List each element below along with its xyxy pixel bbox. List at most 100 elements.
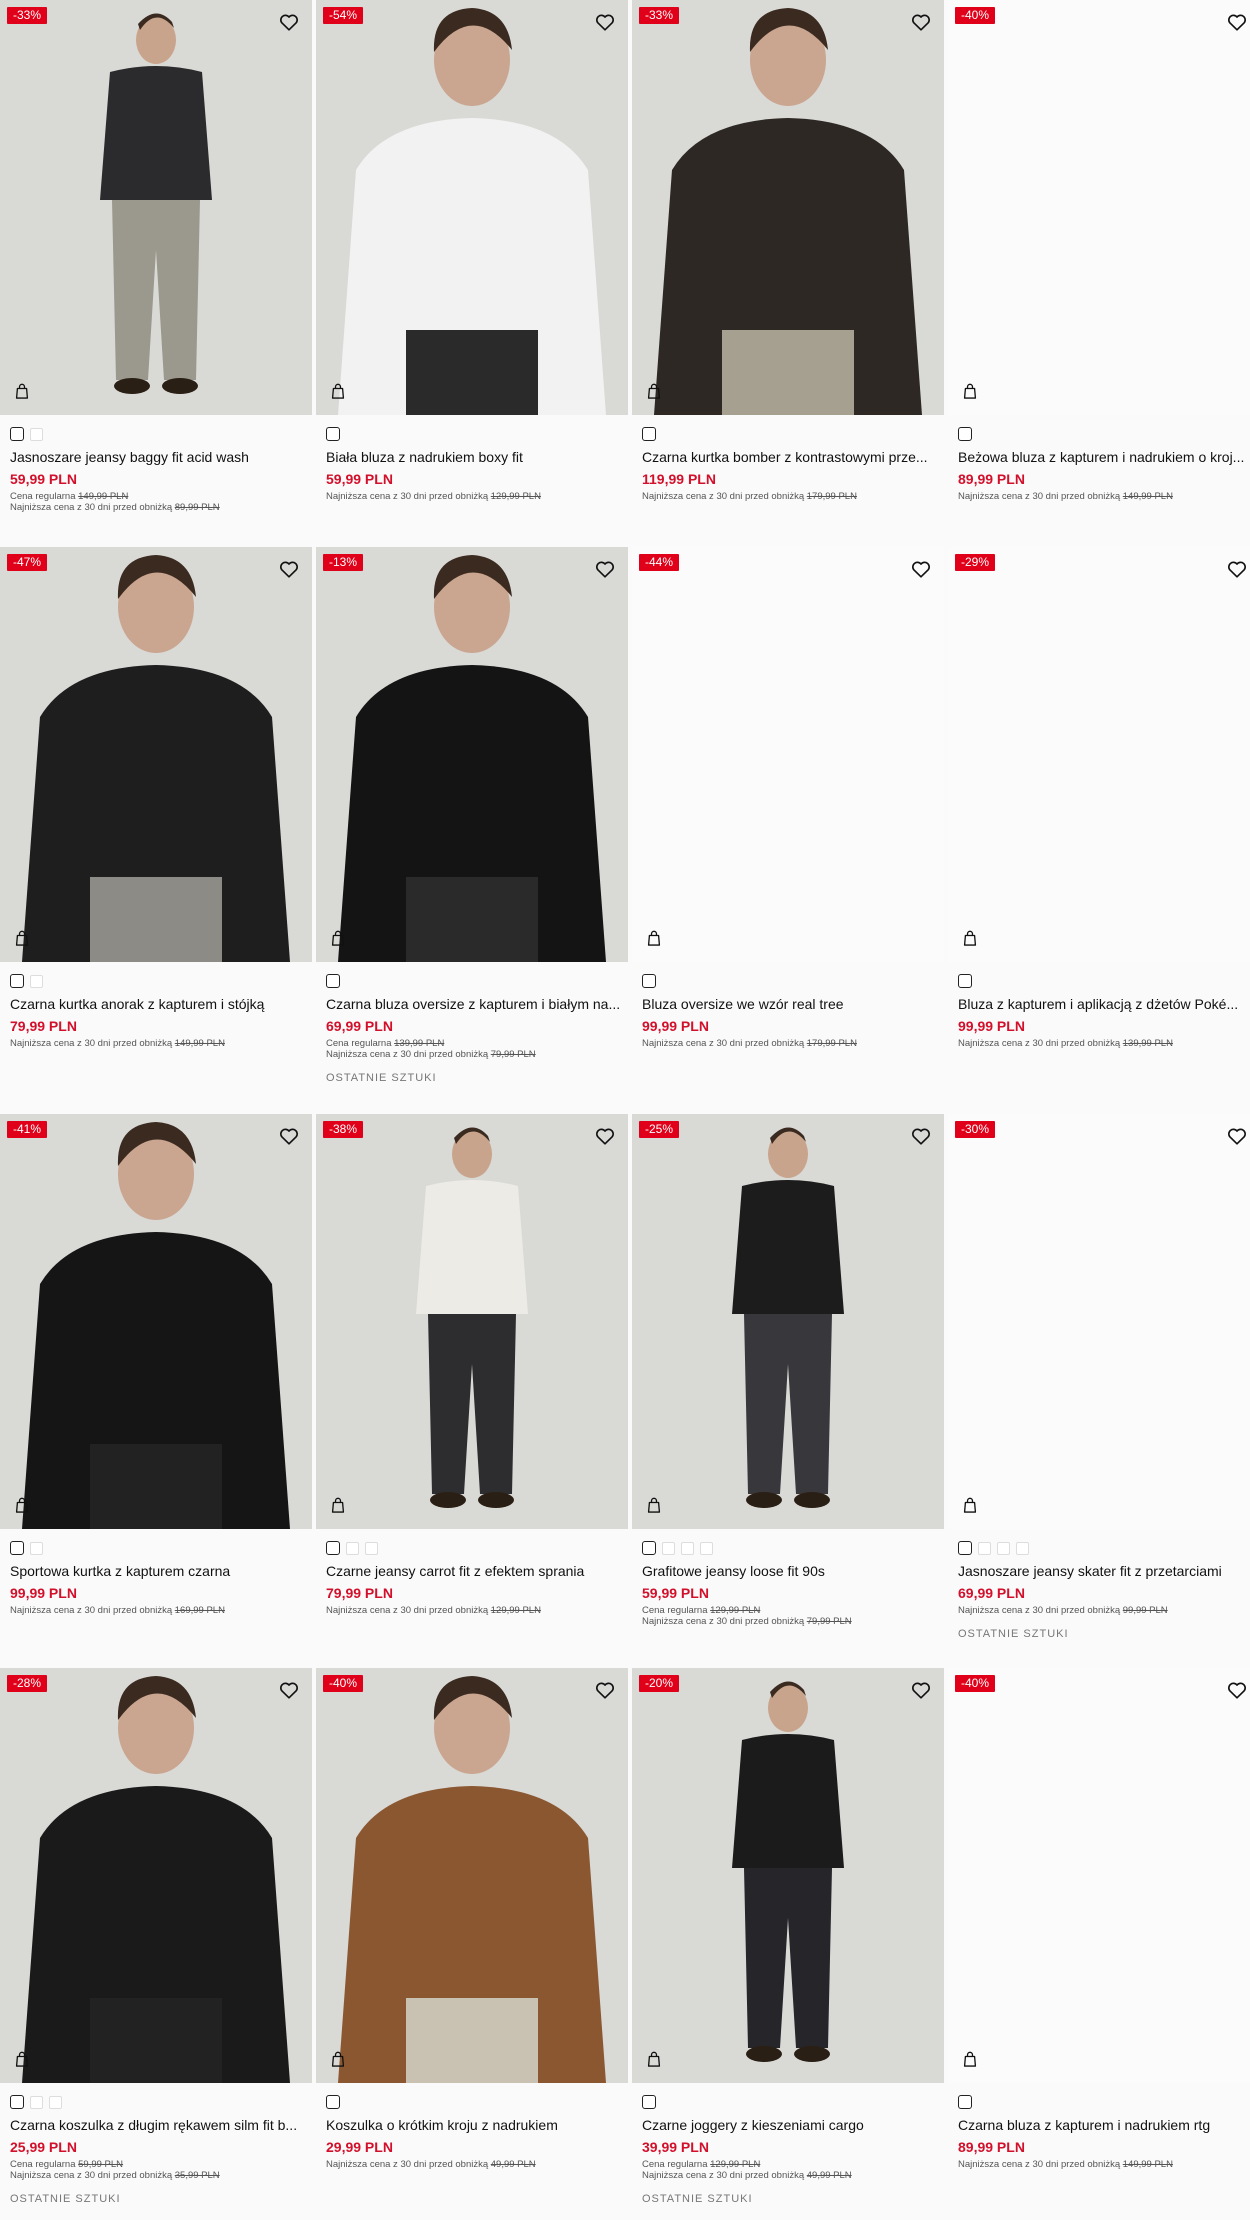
shopping-bag-icon[interactable] (12, 2049, 34, 2071)
product-image[interactable]: -47% (0, 547, 312, 962)
color-swatch-selected[interactable] (326, 974, 340, 988)
product-image[interactable]: -25% (632, 1114, 944, 1529)
product-image[interactable]: -54% (316, 0, 628, 415)
product-image[interactable]: -30% (948, 1114, 1250, 1529)
color-swatch-selected[interactable] (326, 2095, 340, 2109)
shopping-bag-icon[interactable] (12, 1495, 34, 1517)
color-swatch-selected[interactable] (326, 427, 340, 441)
color-swatch-selected[interactable] (642, 2095, 656, 2109)
product-title[interactable]: Biała bluza z nadrukiem boxy fit (326, 449, 624, 465)
color-swatch[interactable] (997, 1541, 1010, 1555)
product-title[interactable]: Beżowa bluza z kapturem i nadrukiem o kr… (958, 449, 1250, 465)
shopping-bag-icon[interactable] (328, 928, 350, 950)
heart-icon[interactable] (278, 11, 300, 33)
product-image[interactable]: -20% (632, 1668, 944, 2083)
color-swatch-selected[interactable] (10, 2095, 24, 2109)
color-swatch[interactable] (30, 427, 43, 441)
product-card[interactable]: -40% Koszulka o krótkim kroju z nadrukiem… (316, 1668, 628, 2170)
shopping-bag-icon[interactable] (12, 381, 34, 403)
product-title[interactable]: Czarna bluza oversize z kapturem i biały… (326, 996, 624, 1012)
product-title[interactable]: Sportowa kurtka z kapturem czarna (10, 1563, 308, 1579)
color-swatch-selected[interactable] (958, 427, 972, 441)
shopping-bag-icon[interactable] (328, 381, 350, 403)
product-title[interactable]: Bluza z kapturem i aplikacją z dżetów Po… (958, 996, 1250, 1012)
product-title[interactable]: Koszulka o krótkim kroju z nadrukiem (326, 2117, 624, 2133)
color-swatch[interactable] (1016, 1541, 1029, 1555)
product-title[interactable]: Czarne jeansy carrot fit z efektem spran… (326, 1563, 624, 1579)
product-title[interactable]: Czarna koszulka z długim rękawem silm fi… (10, 2117, 308, 2133)
shopping-bag-icon[interactable] (328, 1495, 350, 1517)
heart-icon[interactable] (594, 558, 616, 580)
heart-icon[interactable] (910, 558, 932, 580)
color-swatch-selected[interactable] (10, 974, 24, 988)
product-title[interactable]: Czarne joggery z kieszeniami cargo (642, 2117, 940, 2133)
product-image[interactable]: -29% (948, 547, 1250, 962)
heart-icon[interactable] (910, 11, 932, 33)
product-image[interactable]: -13% (316, 547, 628, 962)
heart-icon[interactable] (1226, 558, 1248, 580)
color-swatch[interactable] (30, 2095, 43, 2109)
color-swatch[interactable] (49, 2095, 62, 2109)
color-swatch-selected[interactable] (958, 974, 972, 988)
product-card[interactable]: -44% Bluza oversize we wzór real tree 99,9… (632, 547, 944, 1049)
color-swatch[interactable] (346, 1541, 359, 1555)
color-swatch[interactable] (662, 1541, 675, 1555)
product-title[interactable]: Bluza oversize we wzór real tree (642, 996, 940, 1012)
color-swatch[interactable] (30, 974, 43, 988)
shopping-bag-icon[interactable] (960, 1495, 982, 1517)
product-image[interactable]: -28% (0, 1668, 312, 2083)
heart-icon[interactable] (1226, 1679, 1248, 1701)
product-title[interactable]: Czarna bluza z kapturem i nadrukiem rtg (958, 2117, 1250, 2133)
color-swatch[interactable] (365, 1541, 378, 1555)
product-card[interactable]: -40% Beżowa bluza z kapturem i nadrukiem … (948, 0, 1250, 502)
color-swatch-selected[interactable] (326, 1541, 340, 1555)
color-swatch[interactable] (681, 1541, 694, 1555)
product-card[interactable]: -33% Jasnoszare jeansy baggy fit acid was… (0, 0, 312, 513)
color-swatch[interactable] (30, 1541, 43, 1555)
heart-icon[interactable] (278, 1679, 300, 1701)
product-image[interactable]: -40% (316, 1668, 628, 2083)
color-swatch-selected[interactable] (958, 1541, 972, 1555)
heart-icon[interactable] (594, 11, 616, 33)
heart-icon[interactable] (1226, 11, 1248, 33)
shopping-bag-icon[interactable] (960, 928, 982, 950)
product-title[interactable]: Grafitowe jeansy loose fit 90s (642, 1563, 940, 1579)
product-card[interactable]: -41% Sportowa kurtka z kapturem czarna 99,… (0, 1114, 312, 1616)
product-card[interactable]: -13% Czarna bluza oversize z kapturem i b… (316, 547, 628, 1084)
product-card[interactable]: -28% Czarna koszulka z długim rękawem sil… (0, 1668, 312, 2205)
product-image[interactable]: -33% (632, 0, 944, 415)
product-image[interactable]: -44% (632, 547, 944, 962)
product-image[interactable]: -41% (0, 1114, 312, 1529)
product-card[interactable]: -38% Czarne jeansy carrot fit z efektem s… (316, 1114, 628, 1616)
product-title[interactable]: Jasnoszare jeansy baggy fit acid wash (10, 449, 308, 465)
shopping-bag-icon[interactable] (644, 928, 666, 950)
heart-icon[interactable] (278, 1125, 300, 1147)
product-image[interactable]: -40% (948, 1668, 1250, 2083)
color-swatch-selected[interactable] (642, 427, 656, 441)
color-swatch-selected[interactable] (642, 974, 656, 988)
shopping-bag-icon[interactable] (644, 1495, 666, 1517)
product-card[interactable]: -47% Czarna kurtka anorak z kapturem i st… (0, 547, 312, 1049)
product-card[interactable]: -30% Jasnoszare jeansy skater fit z przet… (948, 1114, 1250, 1640)
product-card[interactable]: -29% Bluza z kapturem i aplikacją z dżetó… (948, 547, 1250, 1049)
heart-icon[interactable] (1226, 1125, 1248, 1147)
color-swatch-selected[interactable] (10, 1541, 24, 1555)
color-swatch-selected[interactable] (10, 427, 24, 441)
shopping-bag-icon[interactable] (328, 2049, 350, 2071)
product-image[interactable]: -38% (316, 1114, 628, 1529)
product-card[interactable]: -40% Czarna bluza z kapturem i nadrukiem … (948, 1668, 1250, 2170)
shopping-bag-icon[interactable] (644, 2049, 666, 2071)
heart-icon[interactable] (594, 1679, 616, 1701)
heart-icon[interactable] (594, 1125, 616, 1147)
product-image[interactable]: -33% (0, 0, 312, 415)
color-swatch[interactable] (978, 1541, 991, 1555)
product-card[interactable]: -20% Czarne joggery z kieszeniami cargo 39… (632, 1668, 944, 2205)
product-title[interactable]: Jasnoszare jeansy skater fit z przetarci… (958, 1563, 1250, 1579)
product-card[interactable]: -54% Biała bluza z nadrukiem boxy fit 59,9… (316, 0, 628, 502)
shopping-bag-icon[interactable] (644, 381, 666, 403)
color-swatch[interactable] (700, 1541, 713, 1555)
heart-icon[interactable] (910, 1679, 932, 1701)
color-swatch-selected[interactable] (642, 1541, 656, 1555)
heart-icon[interactable] (278, 558, 300, 580)
product-title[interactable]: Czarna kurtka bomber z kontrastowymi prz… (642, 449, 940, 465)
